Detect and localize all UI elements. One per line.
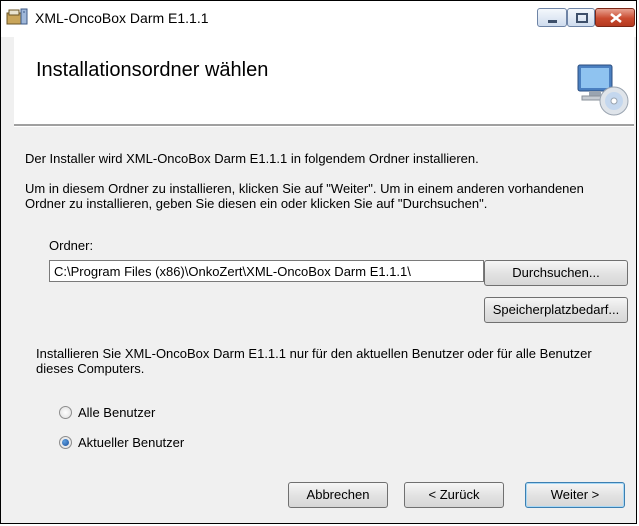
close-icon [610,13,622,23]
maximize-button[interactable] [567,8,595,27]
content-area: Der Installer wird XML-OncoBox Darm E1.1… [14,127,634,525]
radio-current-user[interactable] [59,436,72,449]
wizard-header: Installationsordner wählen [14,37,634,124]
intro-text: Der Installer wird XML-OncoBox Darm E1.1… [25,151,479,166]
maximize-icon [576,13,588,23]
window-title: XML-OncoBox Darm E1.1.1 [35,10,209,26]
back-button[interactable]: < Zurück [404,482,504,508]
radio-selected-dot [62,439,69,446]
browse-button[interactable]: Durchsuchen... [484,260,628,286]
disk-cost-button[interactable]: Speicherplatzbedarf... [484,297,628,323]
computer-cd-icon [577,64,629,116]
folder-label: Ordner: [49,238,94,253]
next-button[interactable]: Weiter > [525,482,625,508]
users-text-line-1: Installieren Sie XML-OncoBox Darm E1.1.1… [36,346,592,361]
users-text-line-2: dieses Computers. [36,361,145,376]
title-bar[interactable]: XML-OncoBox Darm E1.1.1 [1,1,636,37]
minimize-button[interactable] [537,8,567,27]
radio-all-users-label[interactable]: Alle Benutzer [78,405,155,420]
radio-current-user-label[interactable]: Aktueller Benutzer [78,435,184,450]
radio-all-users[interactable] [59,406,72,419]
installer-window: XML-OncoBox Darm E1.1.1 Installationsord… [0,0,637,524]
close-button[interactable] [595,8,635,27]
minimize-icon [548,20,557,23]
instructions-line-1: Um in diesem Ordner zu installieren, kli… [25,181,584,196]
folder-path-input[interactable] [49,260,484,282]
page-title: Installationsordner wählen [36,59,269,81]
instructions-line-2: Ordner zu installieren, geben Sie diesen… [25,196,488,211]
cancel-button[interactable]: Abbrechen [288,482,388,508]
installer-box-icon [6,8,28,25]
